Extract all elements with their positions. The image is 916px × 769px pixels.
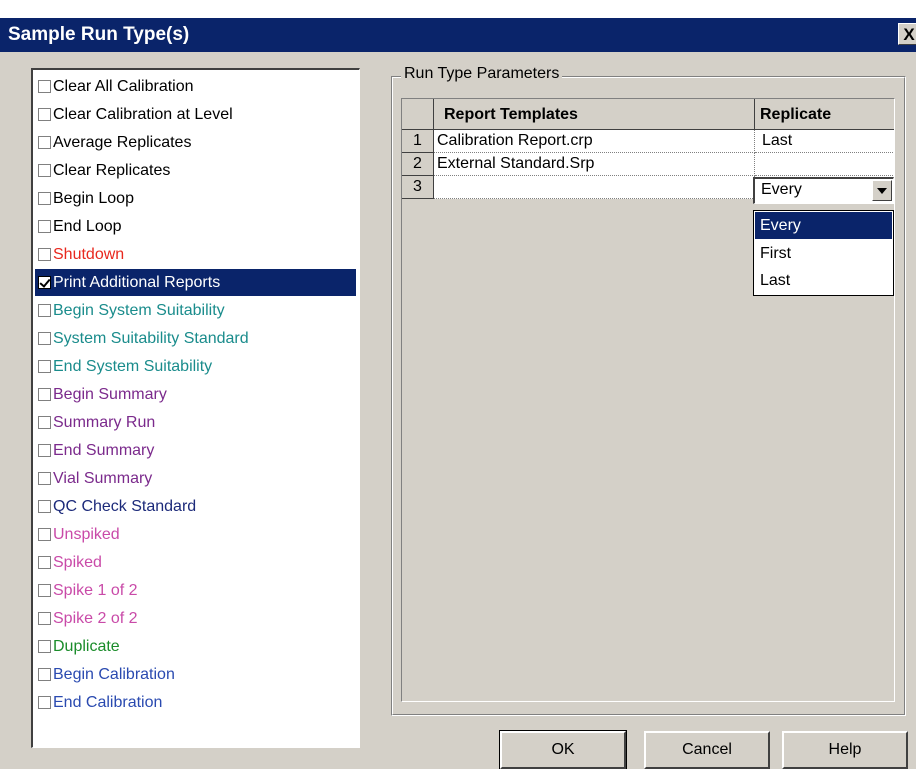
run-type-label: Average Replicates bbox=[53, 133, 192, 151]
checkbox[interactable] bbox=[38, 248, 51, 261]
replicate-combobox-value: Every bbox=[761, 181, 802, 198]
run-type-item[interactable]: Spike 2 of 2 bbox=[35, 605, 356, 632]
run-type-label: End Calibration bbox=[53, 693, 163, 711]
replicate-option-first[interactable]: First bbox=[755, 240, 892, 267]
template-cell-3[interactable] bbox=[434, 176, 755, 199]
dialog-title: Sample Run Type(s) bbox=[8, 24, 190, 45]
template-cell-2[interactable]: External Standard.Srp bbox=[434, 153, 755, 176]
checkbox[interactable] bbox=[38, 556, 51, 569]
row-header-1[interactable]: 1 bbox=[402, 130, 434, 153]
checkbox[interactable] bbox=[38, 304, 51, 317]
title-bar: Sample Run Type(s) X bbox=[0, 18, 916, 52]
run-type-item[interactable]: Begin Calibration bbox=[35, 661, 356, 688]
run-type-item[interactable]: Clear Replicates bbox=[35, 157, 356, 184]
close-button[interactable]: X bbox=[898, 23, 916, 45]
checkbox[interactable] bbox=[38, 416, 51, 429]
run-type-label: Shutdown bbox=[53, 245, 125, 263]
chevron-down-icon[interactable] bbox=[872, 180, 892, 201]
run-type-item[interactable]: Begin System Suitability bbox=[35, 297, 356, 324]
run-type-item[interactable]: Print Additional Reports bbox=[35, 269, 356, 296]
dialog-window: Sample Run Type(s) X Clear All Calibrati… bbox=[0, 18, 916, 769]
template-cell-1[interactable]: Calibration Report.crp bbox=[434, 130, 755, 153]
checkbox[interactable] bbox=[38, 388, 51, 401]
checkbox[interactable] bbox=[38, 472, 51, 485]
run-type-item[interactable]: Begin Summary bbox=[35, 381, 356, 408]
checkbox[interactable] bbox=[38, 444, 51, 457]
checkbox[interactable] bbox=[38, 164, 51, 177]
run-type-item[interactable]: QC Check Standard bbox=[35, 493, 356, 520]
replicate-combobox[interactable]: Every bbox=[753, 177, 894, 204]
checkbox[interactable] bbox=[38, 696, 51, 709]
checkbox[interactable] bbox=[38, 332, 51, 345]
run-type-item[interactable]: System Suitability Standard bbox=[35, 325, 356, 352]
run-type-item[interactable]: Summary Run bbox=[35, 409, 356, 436]
run-type-label: Vial Summary bbox=[53, 469, 153, 487]
run-type-label: QC Check Standard bbox=[53, 497, 197, 515]
run-type-list[interactable]: Clear All Calibration Clear Calibration a… bbox=[31, 68, 360, 748]
replicate-cell-2[interactable] bbox=[755, 153, 894, 176]
grid-corner bbox=[402, 99, 434, 130]
run-type-label: Begin System Suitability bbox=[53, 301, 225, 319]
checkbox[interactable] bbox=[38, 136, 51, 149]
checkbox[interactable] bbox=[38, 192, 51, 205]
checkbox[interactable] bbox=[38, 668, 51, 681]
run-type-label: Summary Run bbox=[53, 413, 156, 431]
run-type-label: End Summary bbox=[53, 441, 155, 459]
column-header-report-templates[interactable]: Report Templates bbox=[434, 99, 755, 130]
run-type-item[interactable]: Unspiked bbox=[35, 521, 356, 548]
run-type-item[interactable]: Vial Summary bbox=[35, 465, 356, 492]
run-type-item[interactable]: Clear Calibration at Level bbox=[35, 101, 356, 128]
checkbox[interactable] bbox=[38, 528, 51, 541]
run-type-label: Begin Summary bbox=[53, 385, 167, 403]
run-type-label: System Suitability Standard bbox=[53, 329, 249, 347]
row-header-3[interactable]: 3 bbox=[402, 176, 434, 199]
ok-button[interactable]: OK bbox=[499, 730, 627, 769]
replicate-dropdown-list[interactable]: Every First Last bbox=[753, 210, 894, 296]
run-type-item[interactable]: End Loop bbox=[35, 213, 356, 240]
run-type-label: Clear Replicates bbox=[53, 161, 171, 179]
run-type-item[interactable]: Spiked bbox=[35, 549, 356, 576]
row-header-2[interactable]: 2 bbox=[402, 153, 434, 176]
run-type-item[interactable]: End Summary bbox=[35, 437, 356, 464]
run-type-label: Print Additional Reports bbox=[53, 273, 221, 291]
checkbox[interactable] bbox=[38, 276, 51, 289]
replicate-option-every[interactable]: Every bbox=[755, 212, 892, 239]
run-type-label: Begin Loop bbox=[53, 189, 134, 207]
run-type-item[interactable]: Spike 1 of 2 bbox=[35, 577, 356, 604]
checkbox[interactable] bbox=[38, 500, 51, 513]
run-type-item[interactable]: End System Suitability bbox=[35, 353, 356, 380]
run-type-label: Unspiked bbox=[53, 525, 120, 543]
checkbox[interactable] bbox=[38, 360, 51, 373]
checkbox[interactable] bbox=[38, 80, 51, 93]
run-type-label: Duplicate bbox=[53, 637, 120, 655]
run-type-item[interactable]: Clear All Calibration bbox=[35, 73, 356, 100]
run-type-label: End Loop bbox=[53, 217, 122, 235]
checkbox[interactable] bbox=[38, 220, 51, 233]
help-button[interactable]: Help bbox=[782, 731, 908, 769]
run-type-label: Clear Calibration at Level bbox=[53, 105, 233, 123]
run-type-item[interactable]: Average Replicates bbox=[35, 129, 356, 156]
run-type-item[interactable]: Shutdown bbox=[35, 241, 356, 268]
replicate-cell-1[interactable]: Last bbox=[755, 130, 894, 153]
run-type-label: Spike 1 of 2 bbox=[53, 581, 138, 599]
column-header-replicate[interactable]: Replicate bbox=[755, 99, 894, 130]
run-type-label: Clear All Calibration bbox=[53, 77, 194, 95]
replicate-option-last[interactable]: Last bbox=[755, 267, 892, 294]
checkbox[interactable] bbox=[38, 584, 51, 597]
run-type-item[interactable]: End Calibration bbox=[35, 689, 356, 716]
checkbox[interactable] bbox=[38, 612, 51, 625]
run-type-label: Spiked bbox=[53, 553, 102, 571]
cancel-button[interactable]: Cancel bbox=[644, 731, 770, 769]
run-type-item[interactable]: Duplicate bbox=[35, 633, 356, 660]
run-type-label: End System Suitability bbox=[53, 357, 213, 375]
run-type-label: Spike 2 of 2 bbox=[53, 609, 138, 627]
run-type-item[interactable]: Begin Loop bbox=[35, 185, 356, 212]
run-type-label: Begin Calibration bbox=[53, 665, 175, 683]
group-label: Run Type Parameters bbox=[401, 65, 563, 83]
checkbox[interactable] bbox=[38, 108, 51, 121]
checkbox[interactable] bbox=[38, 640, 51, 653]
